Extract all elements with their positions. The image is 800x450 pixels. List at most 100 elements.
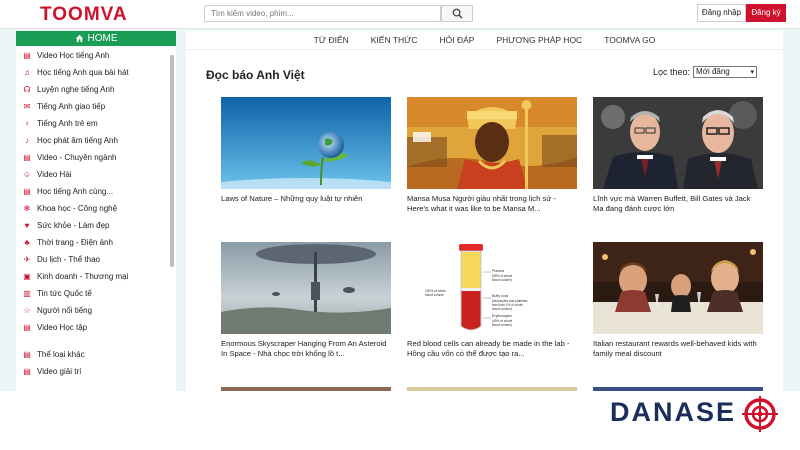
article-thumbnail[interactable]: Plasma (55% of whole blood volume) 100% … <box>407 242 577 334</box>
sidebar-item[interactable]: ✈ Du lịch - Thể thao <box>16 251 176 268</box>
sidebar-item[interactable]: ▤ Video - Chuyên ngành <box>16 149 176 166</box>
film-icon: ▤ <box>23 367 31 376</box>
sidebar-item[interactable]: ♪ Học phát âm tiếng Anh <box>16 132 176 149</box>
article-caption[interactable]: Red blood cells can already be made in t… <box>407 339 577 358</box>
page-title: Đọc báo Anh Việt <box>206 68 305 82</box>
article-thumbnail[interactable] <box>593 97 763 189</box>
sidebar-item-label: Video giải trí <box>37 367 82 376</box>
microphone-icon: ♪ <box>25 136 29 145</box>
login-button[interactable]: Đăng nhập <box>697 4 746 22</box>
sort-control: Lọc theo: Mới đăng ▾ <box>653 66 758 78</box>
article-card[interactable]: Plasma (55% of whole blood volume) 100% … <box>407 242 577 358</box>
sidebar-item[interactable]: ▥ Tin tức Quốc tế <box>16 285 176 302</box>
sidebar-item-label: Thời trang - Điện ảnh <box>37 238 113 247</box>
sidebar-item-label: Kinh doanh - Thương mại <box>37 272 129 281</box>
sidebar-item[interactable]: ✻ Khoa học - Công nghệ <box>16 200 176 217</box>
sidebar-item-label: Học phát âm tiếng Anh <box>37 136 118 145</box>
topnav-link[interactable]: PHƯƠNG PHÁP HỌC <box>496 35 582 45</box>
sidebar-item[interactable]: ♣ Thời trang - Điện ảnh <box>16 234 176 251</box>
dress-icon: ♣ <box>24 238 30 247</box>
topnav-link[interactable]: HỎI ĐÁP <box>440 35 475 45</box>
sidebar-item[interactable]: ▤ Thể loại khác <box>16 346 176 363</box>
main-content: TỪ ĐIỂN KIẾN THỨC HỎI ĐÁP PHƯƠNG PHÁP HỌC TO… <box>186 31 783 391</box>
register-button[interactable]: Đăng ký <box>746 4 786 22</box>
film-icon: ▤ <box>23 187 31 196</box>
tube-label-buffy4: blood volume) <box>492 307 512 311</box>
article-card[interactable]: Enormous Skyscraper Hanging From An Aste… <box>221 242 391 358</box>
search-button[interactable] <box>441 5 473 22</box>
film-icon: ▤ <box>23 323 31 332</box>
sidebar-item[interactable]: ▤ Video Học tiếng Anh <box>16 47 176 64</box>
article-thumbnail[interactable] <box>407 97 577 189</box>
film-icon: ▤ <box>23 51 31 60</box>
sidebar-item-label: Tin tức Quốc tế <box>37 289 92 298</box>
article-thumbnail[interactable] <box>221 242 391 334</box>
article-card[interactable]: Laws of Nature – Những quy luật tự nhiên <box>221 97 391 204</box>
sidebar-divider <box>16 336 176 346</box>
smile-icon: ☺ <box>22 170 32 179</box>
sidebar-item[interactable]: ▤ Video Học tập <box>16 319 176 336</box>
sidebar-item[interactable]: ☊ Luyện nghe tiếng Anh <box>16 81 176 98</box>
sidebar-item-label: Tiếng Anh trẻ em <box>37 119 98 128</box>
tube-label-buffy: Buffy coat <box>492 294 508 298</box>
sidebar-home-label: HOME <box>87 33 118 44</box>
plane-icon: ✈ <box>23 255 31 264</box>
article-caption[interactable]: Lĩnh vực mà Warren Buffett, Bill Gates v… <box>593 194 763 213</box>
sidebar-scrollbar[interactable] <box>170 55 174 267</box>
search-icon <box>452 8 463 19</box>
heart-icon: ♥ <box>24 221 30 230</box>
sidebar-item-label: Video Học tập <box>37 323 88 332</box>
tube-label-plasma-pct2: blood volume) <box>492 278 512 282</box>
topnav-link[interactable]: TOOMVA GO <box>604 35 655 45</box>
child-icon: ♀ <box>24 119 30 128</box>
article-caption[interactable]: Mansa Musa Người giàu nhất trong lịch sử… <box>407 194 577 213</box>
sidebar-item-label: Sức khỏe - Làm đẹp <box>37 221 110 230</box>
search-input[interactable] <box>204 5 441 22</box>
sidebar-item-label: Thể loại khác <box>37 350 85 359</box>
sidebar-list: ▤ Video Học tiếng Anh ♫ Học tiếng Anh qua b… <box>16 46 176 380</box>
sidebar-item[interactable]: ☺ Video Hài <box>16 166 176 183</box>
film-icon: ▤ <box>23 350 31 359</box>
tube-label-ery3: blood volume) <box>492 323 512 327</box>
music-icon: ♫ <box>24 68 30 77</box>
article-card[interactable]: Italian restaurant rewards well-behaved … <box>593 242 763 358</box>
chat-icon: ✉ <box>23 102 31 111</box>
sidebar-item[interactable]: ▤ Video giải trí <box>16 363 176 380</box>
sidebar-item-label: Video - Chuyên ngành <box>37 153 117 162</box>
sidebar-item-label: Khoa học - Công nghệ <box>37 204 118 213</box>
article-caption[interactable]: Laws of Nature – Những quy luật tự nhiên <box>221 194 391 204</box>
article-card[interactable]: Mansa Musa Người giàu nhất trong lịch sử… <box>407 97 577 213</box>
headphones-icon: ☊ <box>23 85 31 94</box>
sidebar-item[interactable]: ♫ Học tiếng Anh qua bài hát <box>16 64 176 81</box>
sidebar-item[interactable]: ☆ Người nổi tiếng <box>16 302 176 319</box>
sidebar-item[interactable]: ▣ Kinh doanh - Thương mại <box>16 268 176 285</box>
tube-label-ery: Erythrocytes <box>492 314 512 318</box>
tube-label-whole2: blood volume <box>425 293 444 297</box>
atom-icon: ✻ <box>23 204 31 213</box>
top-bar: TOOMVA Đăng nhập Đăng ký <box>0 0 800 29</box>
topnav-link[interactable]: KIẾN THỨC <box>371 35 418 45</box>
sidebar-item[interactable]: ✉ Tiếng Anh giao tiếp <box>16 98 176 115</box>
tube-label-plasma: Plasma <box>492 269 504 273</box>
sidebar-item-label: Du lịch - Thể thao <box>37 255 100 264</box>
article-card[interactable]: Lĩnh vực mà Warren Buffett, Bill Gates v… <box>593 97 763 213</box>
watermark-logo-text: DANASE <box>610 397 737 427</box>
target-icon <box>742 396 778 432</box>
sidebar-home[interactable]: HOME <box>16 31 176 46</box>
film-icon: ▤ <box>23 153 31 162</box>
sidebar: HOME ▤ Video Học tiếng Anh ♫ Học tiếng Anh … <box>16 31 176 391</box>
site-logo[interactable]: TOOMVA <box>40 4 128 26</box>
article-thumbnail[interactable] <box>221 97 391 189</box>
sidebar-item-label: Luyện nghe tiếng Anh <box>37 85 115 94</box>
home-icon <box>75 34 83 43</box>
sidebar-item-label: Video Hài <box>37 170 72 179</box>
article-caption[interactable]: Enormous Skyscraper Hanging From An Aste… <box>221 339 391 358</box>
sidebar-item[interactable]: ▤ Học tiếng Anh cùng... <box>16 183 176 200</box>
sidebar-item[interactable]: ♥ Sức khỏe - Làm đẹp <box>16 217 176 234</box>
topnav-link[interactable]: TỪ ĐIỂN <box>314 35 349 45</box>
sidebar-item[interactable]: ♀ Tiếng Anh trẻ em <box>16 115 176 132</box>
article-caption[interactable]: Italian restaurant rewards well-behaved … <box>593 339 763 358</box>
top-nav: TỪ ĐIỂN KIẾN THỨC HỎI ĐÁP PHƯƠNG PHÁP HỌC TO… <box>186 31 783 50</box>
sort-select[interactable]: Mới đăng ▾ <box>693 66 758 78</box>
article-thumbnail[interactable] <box>593 242 763 334</box>
